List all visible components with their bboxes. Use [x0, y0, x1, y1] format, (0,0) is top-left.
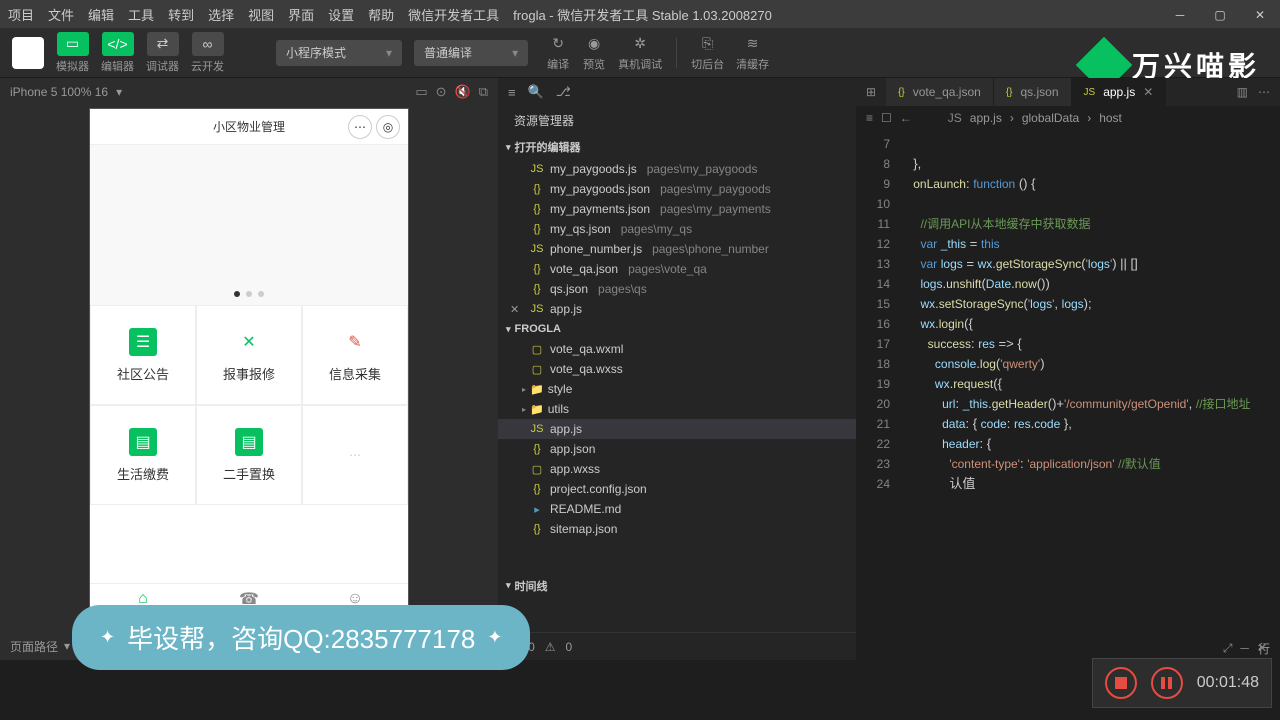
- editor-pane: ⊞ {}vote_qa.json {}qs.json JSapp.js✕ ▥⋯ …: [856, 78, 1280, 660]
- open-file[interactable]: ✕JSapp.js: [498, 299, 856, 319]
- menu-wechat[interactable]: 微信开发者工具: [408, 5, 499, 24]
- project-section[interactable]: FROGLA: [498, 319, 856, 339]
- outline-icon[interactable]: ≡: [508, 85, 516, 100]
- close-tab-icon[interactable]: ✕: [1143, 85, 1153, 99]
- status-bar: 行: [856, 636, 1280, 660]
- file-item[interactable]: ▢vote_qa.wxml: [498, 339, 856, 359]
- remote-button[interactable]: ✲真机调试: [618, 34, 662, 72]
- split-icon[interactable]: ▥: [1237, 85, 1248, 99]
- file-item[interactable]: ▢vote_qa.wxss: [498, 359, 856, 379]
- file-item[interactable]: JSapp.js: [498, 419, 856, 439]
- device-label[interactable]: iPhone 5 100% 16: [10, 85, 108, 99]
- home-icon[interactable]: ⊙: [436, 84, 447, 100]
- maximize-icon[interactable]: ▢: [1200, 0, 1240, 30]
- window-controls: ─ ▢ ✕: [1160, 0, 1280, 30]
- menu-ui[interactable]: 界面: [288, 5, 314, 24]
- file-item[interactable]: ▢app.wxss: [498, 459, 856, 479]
- path-label: 页面路径: [10, 638, 58, 655]
- minimize-icon[interactable]: ─: [1160, 0, 1200, 30]
- preview-button[interactable]: ◉预览: [582, 34, 606, 72]
- code-editor[interactable]: 789101112131415161718192021222324 }, onL…: [856, 130, 1280, 636]
- copy-icon[interactable]: ⧉: [479, 84, 488, 100]
- compile-mode-select[interactable]: 普通编译: [414, 40, 528, 66]
- debugger-button[interactable]: ⇄调试器: [146, 31, 179, 75]
- carousel[interactable]: [90, 145, 408, 305]
- simulator-screen[interactable]: 小区物业管理 ⋯◎ ☰社区公告 ✕报事报修 ✎信息采集 ▤生活缴费 ▤二手置换 …: [89, 108, 409, 632]
- compile-button[interactable]: ↻编译: [546, 34, 570, 72]
- search-icon[interactable]: 🔍: [528, 84, 544, 100]
- recording-time: 00:01:48: [1197, 674, 1259, 692]
- simulator-button[interactable]: ▭模拟器: [56, 31, 89, 75]
- menu-project[interactable]: 项目: [8, 5, 34, 24]
- more-tabs-icon[interactable]: ⋯: [1258, 85, 1270, 99]
- file-item[interactable]: ▸README.md: [498, 499, 856, 519]
- folder-item[interactable]: ▸📁style: [498, 379, 856, 399]
- recorder-minimize-icon[interactable]: ─: [1240, 641, 1249, 656]
- open-file[interactable]: {}my_paygoods.jsonpages\my_paygoods: [498, 179, 856, 199]
- folder-item[interactable]: ▸📁utils: [498, 399, 856, 419]
- grid-info[interactable]: ✎信息采集: [302, 305, 408, 405]
- file-item[interactable]: {}project.config.json: [498, 479, 856, 499]
- mode-select[interactable]: 小程序模式: [276, 40, 402, 66]
- explorer-title: 资源管理器: [498, 106, 856, 135]
- grid-announce[interactable]: ☰社区公告: [90, 305, 196, 405]
- warning-icon[interactable]: ⚠: [545, 640, 556, 654]
- open-file[interactable]: JSmy_paygoods.jspages\my_paygoods: [498, 159, 856, 179]
- screen-recorder[interactable]: ⤢─✕ 00:01:48: [1092, 658, 1272, 708]
- clear-button[interactable]: ≋清缓存: [736, 34, 769, 72]
- editor-tabs: ⊞ {}vote_qa.json {}qs.json JSapp.js✕ ▥ ⋯: [856, 78, 1280, 106]
- window-title: frogla - 微信开发者工具 Stable 1.03.2008270: [513, 5, 772, 24]
- capsule-close-icon[interactable]: ◎: [376, 115, 400, 139]
- grid-exchange[interactable]: ▤二手置换: [196, 405, 302, 505]
- close-icon[interactable]: ✕: [1240, 0, 1280, 30]
- back-icon[interactable]: ←: [900, 111, 912, 125]
- file-item[interactable]: {}sitemap.json: [498, 519, 856, 539]
- open-editors-section[interactable]: 打开的编辑器: [498, 135, 856, 159]
- recorder-expand-icon[interactable]: ⤢: [1223, 641, 1233, 656]
- list-icon[interactable]: ≡: [866, 111, 873, 125]
- advertisement-overlay: 毕设帮，咨询QQ:2835777178: [72, 605, 530, 670]
- editor-button[interactable]: </>编辑器: [101, 31, 134, 75]
- bookmark-icon[interactable]: ☐: [881, 111, 892, 125]
- menu-settings[interactable]: 设置: [328, 5, 354, 24]
- mute-icon[interactable]: 🔇: [455, 84, 471, 100]
- grid-empty: ⋯: [302, 405, 408, 505]
- grid-repair[interactable]: ✕报事报修: [196, 305, 302, 405]
- open-file[interactable]: {}qs.jsonpages\qs: [498, 279, 856, 299]
- menu-edit[interactable]: 编辑: [88, 5, 114, 24]
- breadcrumb: ≡ ☐ ← JSapp.js› globalData› host: [856, 106, 1280, 130]
- open-file[interactable]: {}my_payments.jsonpages\my_payments: [498, 199, 856, 219]
- capsule-menu-icon[interactable]: ⋯: [348, 115, 372, 139]
- menu-file[interactable]: 文件: [48, 5, 74, 24]
- tab-qs[interactable]: {}qs.json: [994, 78, 1072, 106]
- pause-button[interactable]: [1151, 667, 1183, 699]
- background-button[interactable]: ⎘切后台: [691, 34, 724, 72]
- menu-goto[interactable]: 转到: [168, 5, 194, 24]
- stop-button[interactable]: [1105, 667, 1137, 699]
- open-file[interactable]: {}vote_qa.jsonpages\vote_qa: [498, 259, 856, 279]
- grid-payment[interactable]: ▤生活缴费: [90, 405, 196, 505]
- cloud-button[interactable]: ∞云开发: [191, 31, 224, 75]
- open-file[interactable]: {}my_qs.jsonpages\my_qs: [498, 219, 856, 239]
- tab-group-icon[interactable]: ⊞: [866, 85, 876, 99]
- simulator-pane: iPhone 5 100% 16▾ ▭ ⊙ 🔇 ⧉ 小区物业管理 ⋯◎ ☰社区公…: [0, 78, 498, 660]
- branch-icon[interactable]: ⎇: [556, 84, 571, 100]
- menu-select[interactable]: 选择: [208, 5, 234, 24]
- menubar: 项目 文件 编辑 工具 转到 选择 视图 界面 设置 帮助 微信开发者工具 fr…: [0, 0, 1280, 28]
- file-item[interactable]: {}app.json: [498, 439, 856, 459]
- explorer-pane: ≡ 🔍 ⎇ 资源管理器 打开的编辑器 JSmy_paygoods.jspages…: [498, 78, 856, 660]
- device-icon[interactable]: ▭: [415, 84, 427, 100]
- project-icon[interactable]: [12, 37, 44, 69]
- page-title: 小区物业管理: [213, 118, 285, 135]
- recorder-close-icon[interactable]: ✕: [1257, 641, 1267, 656]
- open-file[interactable]: JSphone_number.jspages\phone_number: [498, 239, 856, 259]
- menu-tool[interactable]: 工具: [128, 5, 154, 24]
- tab-app-js[interactable]: JSapp.js✕: [1072, 78, 1167, 106]
- tab-vote-qa[interactable]: {}vote_qa.json: [886, 78, 994, 106]
- menu-help[interactable]: 帮助: [368, 5, 394, 24]
- menu-view[interactable]: 视图: [248, 5, 274, 24]
- timeline-section[interactable]: 时间线: [498, 574, 856, 598]
